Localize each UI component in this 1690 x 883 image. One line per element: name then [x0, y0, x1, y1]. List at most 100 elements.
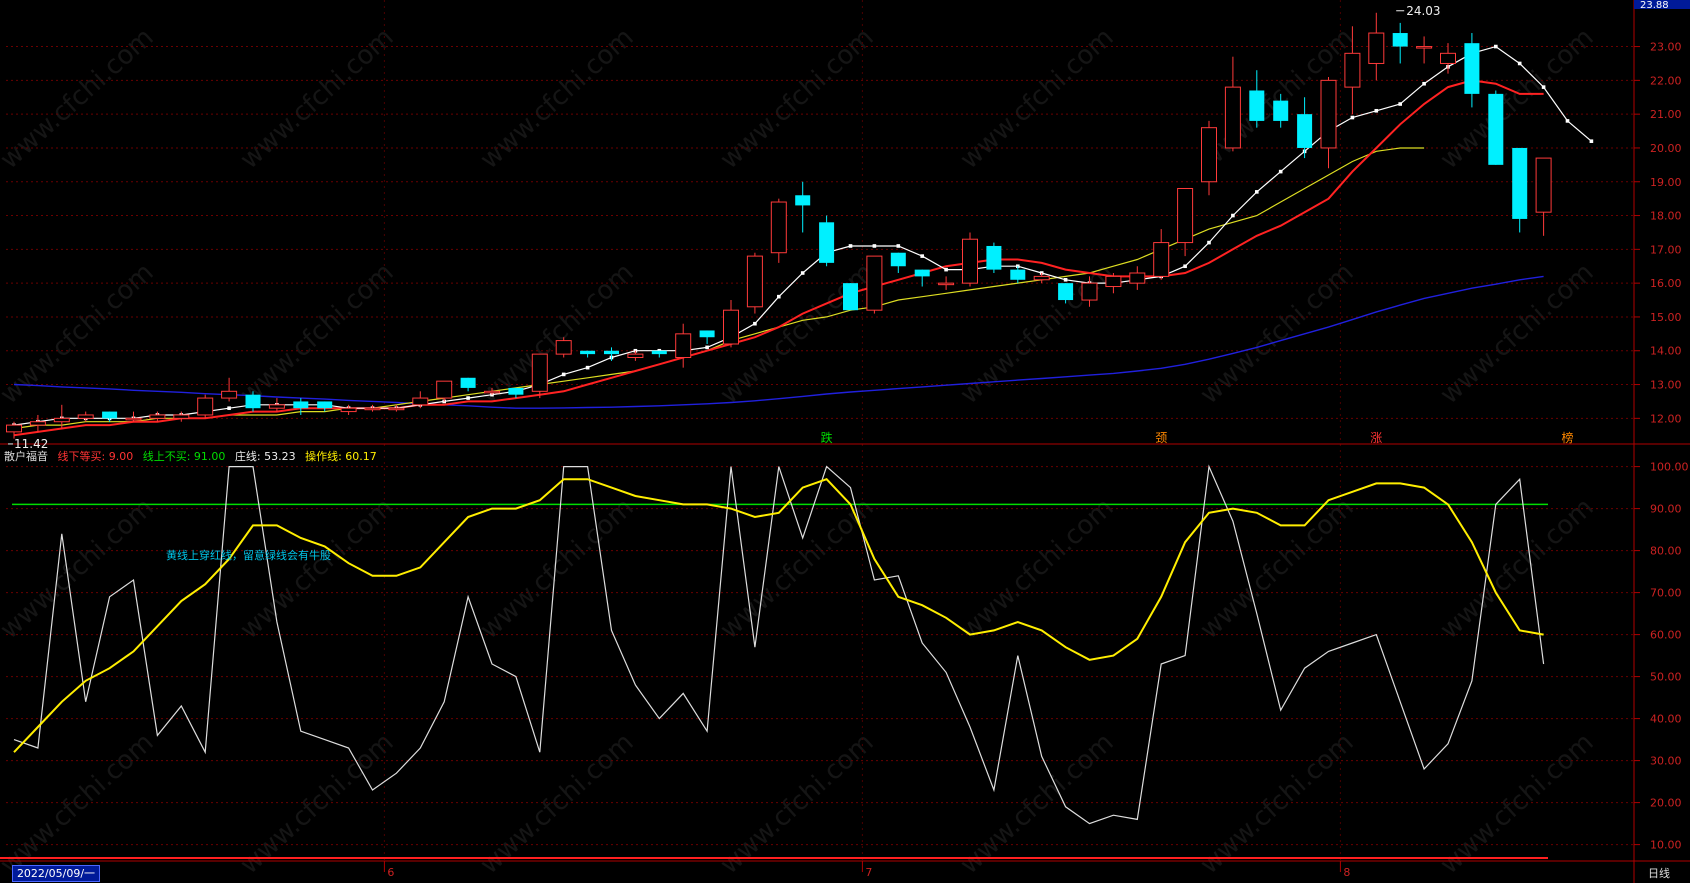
candle-body-up [1320, 79, 1337, 149]
candle-body-down [1464, 43, 1480, 94]
ma5-point [1063, 277, 1068, 282]
candle-body-down [819, 222, 835, 263]
watermark-text: www.cfchi.com [235, 257, 400, 410]
indicator-note: 黄线上穿红线，留意绿线会有牛股 [166, 549, 331, 562]
price-tick-label: 15.00 [1650, 311, 1682, 324]
watermark-text: www.cfchi.com [475, 257, 640, 410]
osc-tick-label: 60.00 [1650, 629, 1682, 642]
watermark-text: www.cfchi.com [235, 22, 400, 175]
price-tick-label: 17.00 [1650, 243, 1682, 256]
watermark-text: www.cfchi.com [1195, 492, 1360, 645]
ma5-point [705, 345, 709, 350]
line-down-value: 线下等买: 9.00 [57, 450, 134, 463]
osc-tick-label: 40.00 [1650, 713, 1682, 726]
candle-body-up [77, 414, 94, 419]
candle-body-up [1224, 86, 1241, 149]
candle-body-down [508, 387, 524, 395]
candle-body-up [1153, 242, 1170, 277]
zhuang-value: 庄线: 53.23 [234, 450, 296, 463]
candle-body-down [1297, 114, 1313, 148]
candle-body-up [173, 414, 190, 419]
candle-body-down [843, 283, 858, 311]
price-tick-label: 18.00 [1650, 210, 1682, 223]
indicator-name[interactable]: 散户福音 [4, 450, 48, 463]
candle-body-up [388, 407, 405, 411]
price-tick-label: 22.00 [1650, 74, 1682, 87]
price-tick-label: 19.00 [1650, 176, 1682, 189]
candle-body-up [53, 417, 70, 423]
ma5-point [1207, 240, 1211, 245]
ma5-point [944, 267, 948, 272]
watermark-text: www.cfchi.com [475, 492, 640, 645]
candle-body-down [1512, 147, 1528, 219]
candle-body-down [102, 411, 118, 419]
candle-body-up [197, 397, 214, 416]
candle-body-up [723, 309, 739, 345]
ma5-point [1565, 119, 1570, 123]
ma5-point [466, 396, 470, 400]
candle-body-down [1010, 269, 1026, 280]
x-tick-label: 6 [387, 866, 394, 879]
ma5-point [1231, 213, 1235, 218]
candle-body-down [1488, 93, 1504, 165]
ma5-point [800, 271, 805, 275]
watermark-text: www.cfchi.com [1435, 492, 1600, 645]
candle-body-up [484, 390, 500, 394]
signal-glyph: 颈 [1155, 431, 1167, 445]
ma5-point [1494, 44, 1498, 49]
ma5-point [227, 406, 231, 411]
candle-body-up [1368, 32, 1385, 64]
watermark-text: www.cfchi.com [475, 22, 640, 175]
ma5-point [920, 254, 924, 258]
candle-body-up [149, 414, 166, 419]
price-tick-label: 12.00 [1650, 412, 1682, 425]
candle-body-up [555, 340, 572, 355]
candle-body-up [1081, 282, 1098, 301]
price-tick-label: 21.00 [1650, 108, 1682, 121]
candle-body-down [1273, 100, 1289, 121]
ma5-point [1541, 85, 1546, 89]
ma5-point [848, 244, 853, 248]
indicator-header: 散户福音 线下等买: 9.00 线上不买: 91.00 庄线: 53.23 操作… [4, 448, 383, 464]
candle-body-down [986, 245, 1002, 270]
ma5-point [753, 321, 757, 326]
price-tick-label: 14.00 [1650, 345, 1682, 358]
candle-body-down [795, 195, 811, 206]
candle-body-down [580, 350, 596, 355]
watermark-text: www.cfchi.com [0, 492, 160, 645]
watermark-text: www.cfchi.com [955, 492, 1120, 645]
candle-body-up [1033, 275, 1050, 281]
watermark-text: www.cfchi.com [715, 257, 880, 410]
candle-body-down [460, 377, 476, 388]
candle-body-down [604, 350, 619, 355]
operate-value: 操作线: 60.17 [305, 450, 377, 463]
candle-body-up [268, 404, 285, 409]
candle-body-up [962, 238, 978, 284]
candle-body-up [746, 255, 763, 308]
candle-body-up [6, 424, 22, 433]
candle-body-up [125, 417, 142, 421]
ma5-point [1517, 61, 1522, 66]
candle-body-up [938, 282, 955, 286]
candle-body-down [1249, 90, 1265, 121]
period-label[interactable]: 日线 [1648, 865, 1670, 881]
ma5-point [1183, 264, 1187, 269]
watermark-text: www.cfchi.com [715, 22, 880, 175]
osc-tick-label: 90.00 [1650, 503, 1682, 516]
candle-body-up [412, 397, 429, 406]
watermark-text: www.cfchi.com [0, 22, 160, 175]
date-label[interactable]: 2022/05/09/一 [12, 865, 100, 882]
ma5-point [1350, 115, 1355, 120]
candle-body-up [531, 353, 548, 392]
ma5-point [777, 294, 781, 299]
osc-tick-label: 80.00 [1650, 545, 1682, 558]
candle-body-up [1129, 272, 1146, 284]
candle-body-up [866, 255, 883, 311]
osc-tick-label: 50.00 [1650, 671, 1682, 684]
ma5-point [1398, 102, 1402, 106]
candle-body-down [1392, 33, 1408, 47]
candle-body-up [1535, 157, 1552, 213]
candle-body-up [1201, 127, 1217, 183]
watermark-text: www.cfchi.com [1195, 257, 1360, 410]
ma5-point [896, 244, 901, 248]
